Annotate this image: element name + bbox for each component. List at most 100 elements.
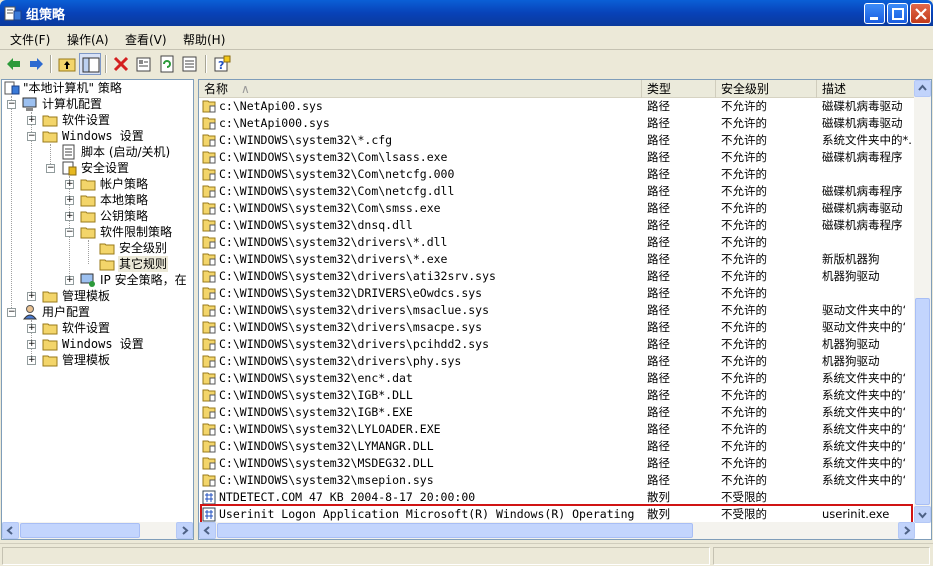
list-hscrollbar[interactable] (199, 522, 915, 539)
path-rule-icon (202, 100, 216, 113)
collapse-toggle[interactable]: − (65, 228, 74, 237)
properties-button[interactable] (133, 53, 155, 75)
column-header-name[interactable]: 名称 ∧ (199, 80, 642, 98)
scroll-left-button[interactable] (199, 522, 216, 539)
scroll-thumb[interactable] (915, 298, 930, 505)
table-row[interactable]: C:\WINDOWS\System32\DRIVERS\eOwdcs.sys 路径… (199, 285, 915, 302)
rules-list[interactable]: 名称 ∧ 类型 安全级别 描述 c:\NetApi00.sys 路径 不允许的 磁碟机… (198, 79, 932, 540)
tree-label: 脚本 (启动/关机) (81, 145, 171, 159)
path-rule-icon (202, 117, 216, 130)
collapse-toggle[interactable]: − (7, 100, 16, 109)
table-row[interactable]: C:\WINDOWS\system32\*.cfg 路径 不允许的 系统文件夹中的*. (199, 132, 915, 149)
ip-security-icon (80, 273, 95, 287)
cell-type: 路径 (647, 371, 670, 385)
menu-file[interactable]: 文件(F) (10, 31, 50, 48)
expand-toggle[interactable]: + (65, 276, 74, 285)
export-list-button[interactable] (179, 53, 201, 75)
menu-view[interactable]: 查看(V) (125, 31, 167, 48)
table-row[interactable]: C:\WINDOWS\system32\drivers\*.exe 路径 不允许的 新… (199, 251, 915, 268)
table-row[interactable]: C:\WINDOWS\system32\drivers\ati32srv.sys… (199, 268, 915, 285)
console-tree[interactable]: "本地计算机" 策略 − 计算机配置 + 软件设置 − Windows 设置 脚… (1, 79, 194, 540)
cell-type: 路径 (647, 320, 670, 334)
scroll-right-button[interactable] (176, 522, 193, 539)
table-row[interactable]: C:\WINDOWS\system32\Com\netcfg.000 路径 不允许的 (199, 166, 915, 183)
table-row[interactable]: C:\WINDOWS\system32\drivers\pcihdd2.sys 路… (199, 336, 915, 353)
scroll-down-button[interactable] (914, 506, 931, 523)
folder-icon (42, 115, 58, 127)
maximize-button[interactable] (887, 3, 908, 24)
table-row[interactable]: C:\WINDOWS\system32\IGB*.EXE 路径 不允许的 系统文件夹中… (199, 404, 915, 421)
scroll-thumb[interactable] (217, 523, 693, 538)
table-row[interactable]: C:\WINDOWS\system32\drivers\phy.sys 路径 不允许… (199, 353, 915, 370)
forward-button[interactable] (25, 53, 47, 75)
table-row[interactable]: C:\WINDOWS\system32\MSDEG32.DLL 路径 不允许的 系统文… (199, 455, 915, 472)
tree-label: IP 安全策略，在 (100, 273, 187, 287)
menu-help[interactable]: 帮助(H) (183, 31, 225, 48)
tree-label: 帐户策略 (100, 177, 149, 191)
tree-label: 软件设置 (62, 113, 111, 127)
table-row[interactable]: C:\WINDOWS\system32\drivers\*.dll 路径 不允许的 (199, 234, 915, 251)
up-level-button[interactable] (56, 53, 78, 75)
tree-label: "本地计算机" 策略 (23, 81, 122, 95)
cell-name: C:\WINDOWS\system32\MSDEG32.DLL (219, 456, 434, 470)
expand-toggle[interactable]: + (65, 212, 74, 221)
delete-button[interactable] (110, 53, 132, 75)
cell-name: C:\WINDOWS\system32\Com\lsass.exe (219, 150, 448, 164)
cell-type: 路径 (647, 354, 670, 368)
expand-toggle[interactable]: + (27, 340, 36, 349)
table-row[interactable]: C:\WINDOWS\system32\enc*.dat 路径 不允许的 系统文件夹中… (199, 370, 915, 387)
table-row[interactable]: C:\WINDOWS\system32\IGB*.DLL 路径 不允许的 系统文件夹中… (199, 387, 915, 404)
table-row[interactable]: C:\WINDOWS\system32\drivers\msacpe.sys 路径… (199, 319, 915, 336)
table-row[interactable]: C:\WINDOWS\system32\LYMANGR.DLL 路径 不允许的 系统文… (199, 438, 915, 455)
path-rule-icon (202, 151, 216, 164)
show-tree-button[interactable] (79, 53, 101, 75)
expand-toggle[interactable]: + (65, 180, 74, 189)
table-row[interactable]: C:\WINDOWS\system32\LYLOADER.EXE 路径 不允许的 系统… (199, 421, 915, 438)
minimize-button[interactable] (864, 3, 885, 24)
tree-hscrollbar[interactable] (2, 522, 193, 539)
table-row[interactable]: C:\WINDOWS\system32\dnsq.dll 路径 不允许的 磁碟机病毒程… (199, 217, 915, 234)
table-row[interactable]: C:\WINDOWS\system32\Com\smss.exe 路径 不允许的 磁碟… (199, 200, 915, 217)
status-pane-main (2, 547, 710, 565)
table-row[interactable]: C:\WINDOWS\system32\msepion.sys 路径 不允许的 系统文… (199, 472, 915, 489)
scroll-up-button[interactable] (914, 80, 931, 97)
collapse-toggle[interactable]: − (7, 308, 16, 317)
cell-level: 不允许的 (721, 354, 767, 368)
table-row[interactable]: C:\WINDOWS\system32\Com\netcfg.dll 路径 不允许的… (199, 183, 915, 200)
table-row[interactable]: C:\WINDOWS\system32\drivers\msaclue.sys 路… (199, 302, 915, 319)
expand-toggle[interactable]: + (27, 324, 36, 333)
scroll-left-button[interactable] (2, 522, 19, 539)
status-bar (0, 543, 933, 566)
expand-toggle[interactable]: + (27, 116, 36, 125)
folder-up-icon (58, 58, 76, 72)
scroll-right-button[interactable] (898, 522, 915, 539)
cell-desc: 系统文件夹中的‘ (822, 473, 907, 487)
close-button[interactable] (910, 3, 931, 24)
column-header-level[interactable]: 安全级别 (716, 80, 817, 98)
cell-name: c:\NetApi00.sys (219, 99, 323, 113)
refresh-button[interactable] (156, 53, 178, 75)
table-row[interactable]: c:\NetApi00.sys 路径 不允许的 磁碟机病毒驱动 (199, 98, 915, 115)
cell-type: 路径 (647, 439, 670, 453)
title-bar[interactable]: 组策略 (0, 0, 933, 26)
column-header-type[interactable]: 类型 (642, 80, 716, 98)
list-vscrollbar[interactable] (914, 80, 931, 523)
expand-toggle[interactable]: + (27, 292, 36, 301)
collapse-toggle[interactable]: − (27, 132, 36, 141)
table-row[interactable]: C:\WINDOWS\system32\Com\lsass.exe 路径 不允许的 磁… (199, 149, 915, 166)
path-rule-icon (202, 372, 216, 385)
menu-action[interactable]: 操作(A) (67, 31, 109, 48)
expand-toggle[interactable]: + (27, 356, 36, 365)
cell-desc: 系统文件夹中的‘ (822, 456, 907, 470)
path-rule-icon (202, 440, 216, 453)
back-button[interactable] (3, 53, 25, 75)
minimize-icon (870, 17, 878, 20)
scroll-thumb[interactable] (20, 523, 140, 538)
column-header-desc[interactable]: 描述 (817, 80, 915, 98)
table-row[interactable]: c:\NetApi000.sys 路径 不允许的 磁碟机病毒驱动 (199, 115, 915, 132)
expand-toggle[interactable]: + (65, 196, 74, 205)
collapse-toggle[interactable]: − (46, 164, 55, 173)
help-button[interactable]: ? (211, 53, 233, 75)
hash-rule-icon (202, 490, 216, 505)
cell-level: 不允许的 (721, 133, 767, 147)
